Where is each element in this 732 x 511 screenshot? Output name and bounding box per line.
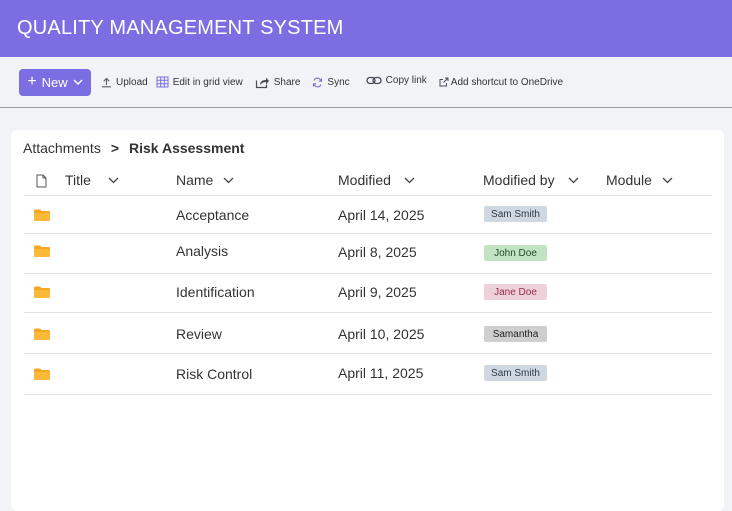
document-library-panel: Attachments > Risk Assessment Title Name… xyxy=(11,130,724,511)
new-button[interactable]: + New xyxy=(19,68,91,96)
table-row[interactable]: Identification April 9, 2025 Jane Doe xyxy=(24,274,712,313)
row-modified: April 8, 2025 xyxy=(338,244,417,260)
folder-icon xyxy=(34,285,50,301)
column-name-label: Name xyxy=(176,172,214,188)
column-header-name[interactable]: Name xyxy=(176,172,234,188)
row-modified: April 14, 2025 xyxy=(338,207,425,223)
grid-icon xyxy=(156,76,169,88)
row-name[interactable]: Analysis xyxy=(176,243,228,259)
folder-icon xyxy=(34,244,50,260)
folder-icon xyxy=(34,208,50,224)
app-header: QUALITY MANAGEMENT SYSTEM xyxy=(0,0,732,57)
column-module-label: Module xyxy=(606,172,652,188)
table-row[interactable]: Analysis April 8, 2025 John Doe xyxy=(24,234,712,274)
share-icon xyxy=(255,77,269,88)
modified-by-badge[interactable]: John Doe xyxy=(484,245,547,261)
share-label: Share xyxy=(273,76,301,88)
link-icon xyxy=(366,76,382,84)
table-row[interactable]: Risk Control April 11, 2025 Sam Smith xyxy=(24,354,712,395)
plus-icon: + xyxy=(27,73,37,90)
breadcrumb-separator: > xyxy=(110,140,120,156)
column-header-modified-by[interactable]: Modified by xyxy=(483,172,579,188)
chevron-down-icon xyxy=(73,79,83,85)
share-button[interactable]: Share xyxy=(255,76,301,89)
column-modified-label: Modified xyxy=(338,172,391,188)
sync-label: Sync xyxy=(327,76,350,88)
row-name[interactable]: Review xyxy=(176,326,222,342)
copy-link-label: Copy link xyxy=(385,74,427,86)
chevron-down-icon xyxy=(223,177,234,184)
sync-button[interactable]: Sync xyxy=(312,76,350,88)
edit-grid-label: Edit in grid view xyxy=(172,76,243,88)
add-shortcut-button[interactable]: Add shortcut to OneDrive xyxy=(439,77,563,88)
breadcrumb-current: Risk Assessment xyxy=(129,140,245,156)
column-header-modified[interactable]: Modified xyxy=(338,172,415,188)
column-header-module[interactable]: Module xyxy=(606,172,673,188)
chevron-down-icon xyxy=(404,177,415,184)
modified-by-badge[interactable]: Sam Smith xyxy=(484,365,547,381)
row-modified: April 10, 2025 xyxy=(338,326,425,342)
external-link-icon xyxy=(439,77,449,87)
app-title: QUALITY MANAGEMENT SYSTEM xyxy=(17,17,344,39)
row-modified: April 9, 2025 xyxy=(338,284,417,300)
folder-icon xyxy=(34,327,50,343)
row-modified: April 11, 2025 xyxy=(338,365,424,381)
modified-by-badge[interactable]: Sam Smith xyxy=(484,206,547,222)
modified-by-badge[interactable]: Samantha xyxy=(484,326,547,342)
breadcrumb-attachments[interactable]: Attachments xyxy=(23,140,101,156)
chevron-down-icon xyxy=(662,177,673,184)
breadcrumb: Attachments > Risk Assessment xyxy=(23,140,244,156)
upload-icon xyxy=(102,77,111,87)
chevron-down-icon xyxy=(108,177,119,184)
upload-label: Upload xyxy=(116,76,148,88)
chevron-down-icon xyxy=(568,177,579,184)
upload-button[interactable]: Upload xyxy=(101,77,148,88)
folder-icon xyxy=(34,367,50,383)
row-name[interactable]: Acceptance xyxy=(176,207,249,223)
new-button-label: New xyxy=(41,74,68,90)
copy-link-button[interactable]: Copy link xyxy=(366,75,427,86)
sync-icon xyxy=(313,77,323,87)
table-row[interactable]: Review April 10, 2025 Samantha xyxy=(24,313,712,354)
row-name[interactable]: Risk Control xyxy=(176,366,252,382)
modified-by-badge[interactable]: Jane Doe xyxy=(484,284,547,300)
table-header: Title Name Modified Modified by Module xyxy=(24,166,712,196)
table-row[interactable]: Acceptance April 14, 2025 Sam Smith xyxy=(24,196,712,234)
column-header-title[interactable]: Title xyxy=(65,172,119,188)
row-name[interactable]: Identification xyxy=(176,284,255,300)
file-type-icon[interactable] xyxy=(36,174,47,188)
command-bar: + New Upload Edit in grid view Share Syn… xyxy=(0,57,732,108)
column-modified-by-label: Modified by xyxy=(483,172,555,188)
column-title-label: Title xyxy=(65,172,91,188)
add-shortcut-label: Add shortcut to OneDrive xyxy=(450,76,564,88)
edit-grid-view-button[interactable]: Edit in grid view xyxy=(156,76,243,88)
